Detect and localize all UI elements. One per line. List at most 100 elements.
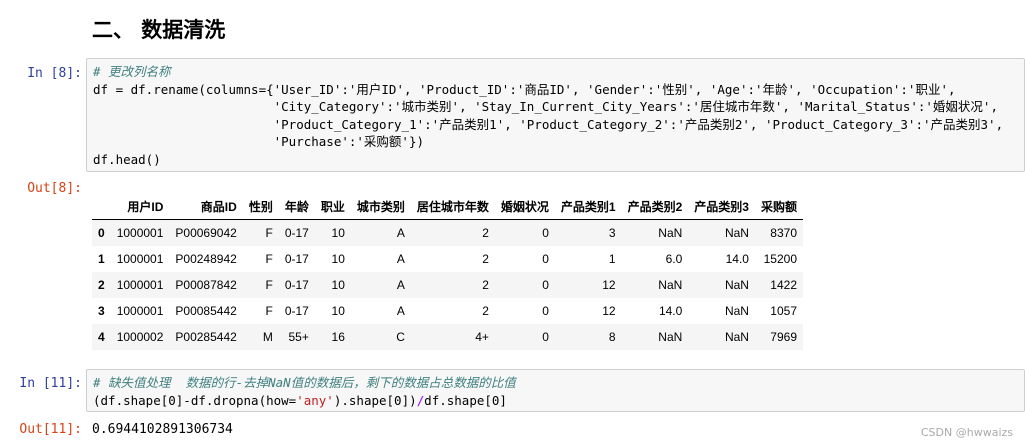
table-cell: A bbox=[396, 278, 405, 292]
table-row: 0 1000001 P00069042 F 0-17 10 A 2 0 3 Na… bbox=[92, 219, 803, 246]
table-cell: A bbox=[396, 226, 405, 240]
column-header: 居住城市年数 bbox=[410, 193, 495, 220]
table-cell: 14.0 bbox=[725, 252, 749, 266]
table-cell: 14.0 bbox=[658, 304, 683, 318]
table-cell: 2 bbox=[482, 278, 489, 292]
table-cell: NaN bbox=[724, 278, 749, 292]
table-row: 3 1000001 P00085442 F 0-17 10 A 2 0 12 1… bbox=[92, 298, 803, 324]
table-cell: 10 bbox=[331, 278, 345, 292]
table-cell: F bbox=[265, 278, 273, 292]
table-cell: 0-17 bbox=[284, 226, 309, 240]
table-cell: P00085442 bbox=[175, 304, 237, 318]
code-editor-1[interactable]: # 更改列名称 df = df.rename(columns={'User_ID… bbox=[93, 63, 1003, 168]
code-line: 'Product_Category_1':'产品类别1', 'Product_C… bbox=[93, 116, 1004, 132]
table-cell: 0-17 bbox=[284, 278, 309, 292]
table-cell: 4+ bbox=[475, 330, 489, 344]
table-cell: A bbox=[396, 304, 405, 318]
row-index: 1 bbox=[98, 252, 105, 266]
dataframe-table: 用户ID 商品ID 性别 年龄 职业 城市类别 居住城市年数 婚姻状况 产品类别… bbox=[92, 193, 803, 350]
table-cell: 55+ bbox=[288, 330, 309, 344]
table-cell: 0 bbox=[542, 330, 549, 344]
code-line: df = df.rename(columns={'User_ID':'用户ID'… bbox=[93, 81, 956, 97]
code-segment: ).shape[0]) bbox=[333, 392, 417, 408]
column-header bbox=[92, 193, 111, 220]
table-cell: 1 bbox=[608, 252, 616, 266]
table-cell: 8370 bbox=[770, 226, 797, 240]
section-heading: 二、 数据清洗 bbox=[92, 18, 226, 42]
table-cell: F bbox=[265, 226, 273, 240]
column-header: 年龄 bbox=[278, 193, 315, 220]
code-segment: df.shape[0] bbox=[424, 392, 507, 408]
table-cell: NaN bbox=[724, 304, 749, 318]
input-prompt-1: In [8]: bbox=[27, 66, 82, 81]
column-header: 城市类别 bbox=[350, 193, 411, 220]
table-cell: 1000001 bbox=[116, 278, 164, 292]
table-cell: NaN bbox=[658, 330, 683, 344]
code-cell-1[interactable]: # 更改列名称 df = df.rename(columns={'User_ID… bbox=[86, 58, 1025, 172]
table-cell: 2 bbox=[482, 252, 489, 266]
table-cell: 10 bbox=[331, 226, 345, 240]
table-cell: 16 bbox=[331, 330, 345, 344]
table-cell: 1057 bbox=[770, 304, 797, 318]
column-header: 用户ID bbox=[110, 193, 170, 220]
table-cell: 10 bbox=[331, 252, 345, 266]
input-prompt-2: In [11]: bbox=[19, 376, 82, 391]
table-cell: 0-17 bbox=[284, 304, 309, 318]
table-cell: 0 bbox=[542, 252, 549, 266]
code-editor-2[interactable]: # 缺失值处理 数据的行-去掉NaN值的数据后，剩下的数据占总数据的比值 (df… bbox=[93, 374, 516, 409]
table-cell: 1000001 bbox=[116, 252, 164, 266]
code-string: 'any' bbox=[296, 392, 334, 408]
table-cell: 0 bbox=[542, 278, 549, 292]
table-cell: P00069042 bbox=[175, 226, 237, 240]
output-value: 0.6944102891306734 bbox=[92, 422, 233, 437]
row-index: 3 bbox=[98, 304, 105, 318]
column-header: 采购额 bbox=[754, 193, 803, 220]
table-cell: 0-17 bbox=[284, 252, 309, 266]
row-index: 2 bbox=[98, 278, 105, 292]
column-header: 产品类别3 bbox=[688, 193, 755, 220]
column-header: 性别 bbox=[242, 193, 279, 220]
table-cell: 0 bbox=[542, 304, 549, 318]
table-cell: P00285442 bbox=[175, 330, 237, 344]
row-index: 4 bbox=[98, 330, 105, 344]
code-line: df.head() bbox=[93, 151, 161, 167]
table-row: 2 1000001 P00087842 F 0-17 10 A 2 0 12 N… bbox=[92, 272, 803, 298]
table-cell: 1000002 bbox=[116, 330, 164, 344]
column-header: 产品类别2 bbox=[621, 193, 689, 220]
table-cell: 12 bbox=[602, 278, 616, 292]
table-cell: 3 bbox=[608, 226, 616, 240]
table-cell: NaN bbox=[724, 226, 749, 240]
row-index: 0 bbox=[98, 226, 105, 240]
table-cell: P00248942 bbox=[175, 252, 237, 266]
table-cell: 1000001 bbox=[116, 226, 164, 240]
column-header: 产品类别1 bbox=[554, 193, 622, 220]
table-cell: 0 bbox=[542, 226, 549, 240]
code-comment: # 缺失值处理 数据的行-去掉NaN值的数据后，剩下的数据占总数据的比值 bbox=[93, 375, 516, 390]
table-cell: NaN bbox=[658, 278, 683, 292]
table-cell: A bbox=[396, 252, 405, 266]
code-cell-2[interactable]: # 缺失值处理 数据的行-去掉NaN值的数据后，剩下的数据占总数据的比值 (df… bbox=[86, 369, 1025, 412]
watermark: CSDN @hwwaizs bbox=[920, 426, 1013, 439]
table-cell: NaN bbox=[658, 226, 683, 240]
table-row: 1 1000001 P00248942 F 0-17 10 A 2 0 1 6.… bbox=[92, 246, 803, 272]
code-segment: (df.shape[0]-df.dropna(how= bbox=[93, 392, 297, 408]
table-cell: 10 bbox=[331, 304, 345, 318]
table-cell: 1422 bbox=[770, 278, 797, 292]
table-cell: NaN bbox=[724, 330, 749, 344]
table-cell: 8 bbox=[608, 330, 616, 344]
table-cell: 6.0 bbox=[665, 252, 683, 266]
table-header-row: 用户ID 商品ID 性别 年龄 职业 城市类别 居住城市年数 婚姻状况 产品类别… bbox=[92, 193, 803, 220]
code-line: 'City_Category':'城市类别', 'Stay_In_Current… bbox=[93, 99, 998, 114]
table-cell: 12 bbox=[602, 304, 616, 318]
column-header: 商品ID bbox=[169, 193, 243, 220]
column-header: 职业 bbox=[314, 193, 351, 220]
table-cell: 7969 bbox=[770, 330, 797, 344]
table-cell: F bbox=[265, 252, 273, 266]
table-cell: P00087842 bbox=[175, 278, 237, 292]
table-cell: C bbox=[396, 330, 405, 344]
column-header: 婚姻状况 bbox=[494, 193, 555, 220]
table-cell: 1000001 bbox=[116, 304, 164, 318]
output-prompt-2: Out[11]: bbox=[19, 422, 82, 437]
table-cell: F bbox=[265, 304, 273, 318]
table-cell: 2 bbox=[482, 304, 489, 318]
